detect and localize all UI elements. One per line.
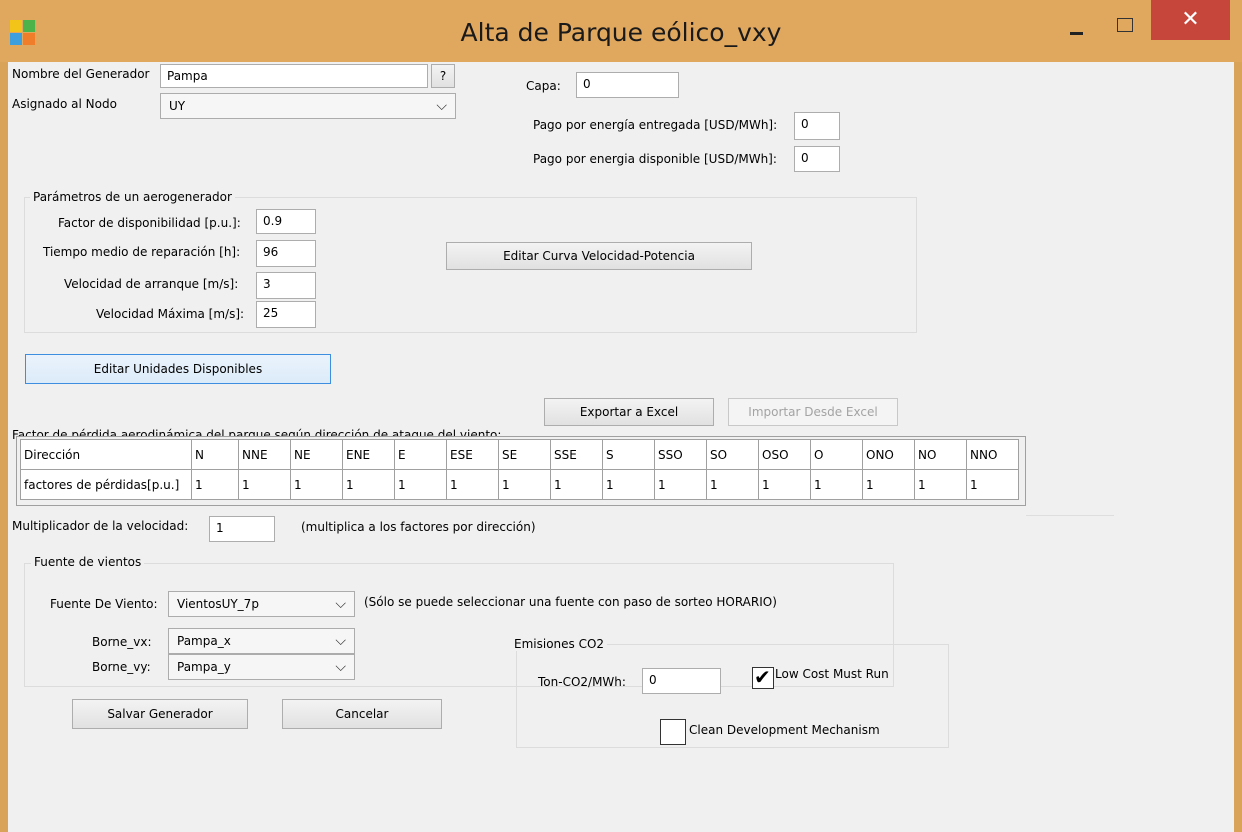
arranque-label: Velocidad de arranque [m/s]:	[64, 277, 239, 291]
tiempo-label: Tiempo medio de reparación [h]:	[43, 245, 241, 259]
direction-cell: OSO	[758, 439, 811, 470]
direction-cell: NNE	[238, 439, 291, 470]
nodo-value: UY	[169, 99, 186, 113]
salvar-generador-button[interactable]: Salvar Generador	[72, 699, 248, 729]
direction-cell: SSE	[550, 439, 603, 470]
borne-vx-value: Pampa_x	[177, 634, 231, 648]
low-cost-label: Low Cost Must Run	[775, 667, 889, 681]
help-button[interactable]: ?	[431, 64, 455, 88]
window-title: Alta de Parque eólico_vxy	[460, 18, 782, 47]
cdm-label: Clean Development Mechanism	[689, 723, 880, 737]
multiplicador-label: Multiplicador de la velocidad:	[12, 519, 189, 533]
pago-entregada-label: Pago por energía entregada [USD/MWh]:	[533, 118, 778, 132]
multiplicador-input[interactable]: 1	[209, 516, 275, 542]
factor-cell[interactable]: 1	[446, 469, 499, 500]
factor-cell[interactable]: 1	[706, 469, 759, 500]
perdidas-table: Dirección N NNE NE ENE E ESE SE SSE S SSO SO OSO O ON…	[20, 439, 1019, 500]
direction-cell: ESE	[446, 439, 499, 470]
chevron-down-icon: ⌵	[335, 659, 346, 675]
fuente-value: VientosUY_7p	[177, 597, 259, 611]
factor-input[interactable]: 0.9	[256, 209, 316, 234]
factor-cell[interactable]: 1	[810, 469, 863, 500]
borne-vy-select[interactable]: Pampa_y ⌵	[168, 654, 355, 680]
minimize-icon[interactable]	[1058, 18, 1094, 42]
capa-label: Capa:	[526, 79, 561, 93]
cdm-checkbox[interactable]	[660, 719, 686, 745]
direction-cell: ONO	[862, 439, 915, 470]
factor-label: Factor de disponibilidad [p.u.]:	[58, 216, 241, 230]
fuente-select[interactable]: VientosUY_7p ⌵	[168, 591, 355, 617]
divider	[1026, 515, 1114, 516]
borne-vx-label: Borne_vx:	[92, 635, 152, 649]
direction-cell: NO	[914, 439, 967, 470]
nombre-label: Nombre del Generador	[12, 67, 150, 81]
nodo-select[interactable]: UY ⌵	[160, 93, 456, 119]
direction-cell: NNO	[966, 439, 1019, 470]
pago-disponible-label: Pago por energia disponible [USD/MWh]:	[533, 152, 777, 166]
exportar-excel-button[interactable]: Exportar a Excel	[544, 398, 714, 426]
arranque-input[interactable]: 3	[256, 272, 316, 299]
cancelar-button[interactable]: Cancelar	[282, 699, 442, 729]
factor-cell[interactable]: 1	[290, 469, 343, 500]
fuente-note: (Sólo se puede seleccionar una fuente co…	[364, 595, 777, 609]
direction-cell: N	[191, 439, 239, 470]
multiplicador-note: (multiplica a los factores por dirección…	[301, 520, 536, 534]
factor-cell[interactable]: 1	[862, 469, 915, 500]
factor-cell[interactable]: 1	[238, 469, 291, 500]
factor-cell[interactable]: 1	[342, 469, 395, 500]
direction-cell: SSO	[654, 439, 707, 470]
factor-cell[interactable]: 1	[602, 469, 655, 500]
direction-cell: ENE	[342, 439, 395, 470]
emisiones-group-label: Emisiones CO2	[511, 637, 608, 651]
borne-vy-label: Borne_vy:	[92, 660, 151, 674]
table-header-direccion: Dirección	[20, 439, 192, 470]
factor-cell[interactable]: 1	[654, 469, 707, 500]
direction-cell: NE	[290, 439, 343, 470]
ton-co2-input[interactable]: 0	[642, 668, 721, 694]
nodo-label: Asignado al Nodo	[12, 97, 117, 111]
dialog-body: Nombre del Generador Pampa ? Asignado al…	[8, 62, 1234, 832]
close-icon[interactable]: ✕	[1151, 0, 1230, 40]
pago-entregada-input[interactable]: 0	[794, 112, 840, 140]
vientos-group-label: Fuente de vientos	[31, 555, 145, 569]
direction-cell: O	[810, 439, 863, 470]
borne-vx-select[interactable]: Pampa_x ⌵	[168, 628, 355, 654]
editar-curva-button[interactable]: Editar Curva Velocidad-Potencia	[446, 242, 752, 270]
factor-cell[interactable]: 1	[191, 469, 239, 500]
chevron-down-icon: ⌵	[436, 98, 447, 114]
chevron-down-icon: ⌵	[335, 633, 346, 649]
capa-input[interactable]: 0	[576, 72, 679, 98]
aerogenerador-group-label: Parámetros de un aerogenerador	[30, 190, 235, 204]
nombre-input[interactable]: Pampa	[160, 64, 428, 88]
low-cost-checkbox[interactable]	[752, 665, 774, 689]
importar-excel-button[interactable]: Importar Desde Excel	[728, 398, 898, 426]
factor-cell[interactable]: 1	[966, 469, 1019, 500]
direction-cell: SE	[498, 439, 551, 470]
tiempo-input[interactable]: 96	[256, 240, 316, 267]
factor-cell[interactable]: 1	[914, 469, 967, 500]
editar-unidades-button[interactable]: Editar Unidades Disponibles	[25, 354, 331, 384]
table-header-factores: factores de pérdidas[p.u.]	[20, 469, 192, 500]
pago-disponible-input[interactable]: 0	[794, 146, 840, 172]
borne-vy-value: Pampa_y	[177, 660, 231, 674]
direction-cell: S	[602, 439, 655, 470]
direction-cell: SO	[706, 439, 759, 470]
maxima-label: Velocidad Máxima [m/s]:	[96, 307, 245, 321]
factor-cell[interactable]: 1	[758, 469, 811, 500]
factor-cell[interactable]: 1	[498, 469, 551, 500]
fuente-label: Fuente De Viento:	[50, 597, 158, 611]
maxima-input[interactable]: 25	[256, 301, 316, 328]
ton-co2-label: Ton-CO2/MWh:	[538, 675, 626, 689]
maximize-icon[interactable]	[1110, 14, 1140, 40]
factor-cell[interactable]: 1	[394, 469, 447, 500]
chevron-down-icon: ⌵	[335, 596, 346, 612]
direction-cell: E	[394, 439, 447, 470]
factor-cell[interactable]: 1	[550, 469, 603, 500]
